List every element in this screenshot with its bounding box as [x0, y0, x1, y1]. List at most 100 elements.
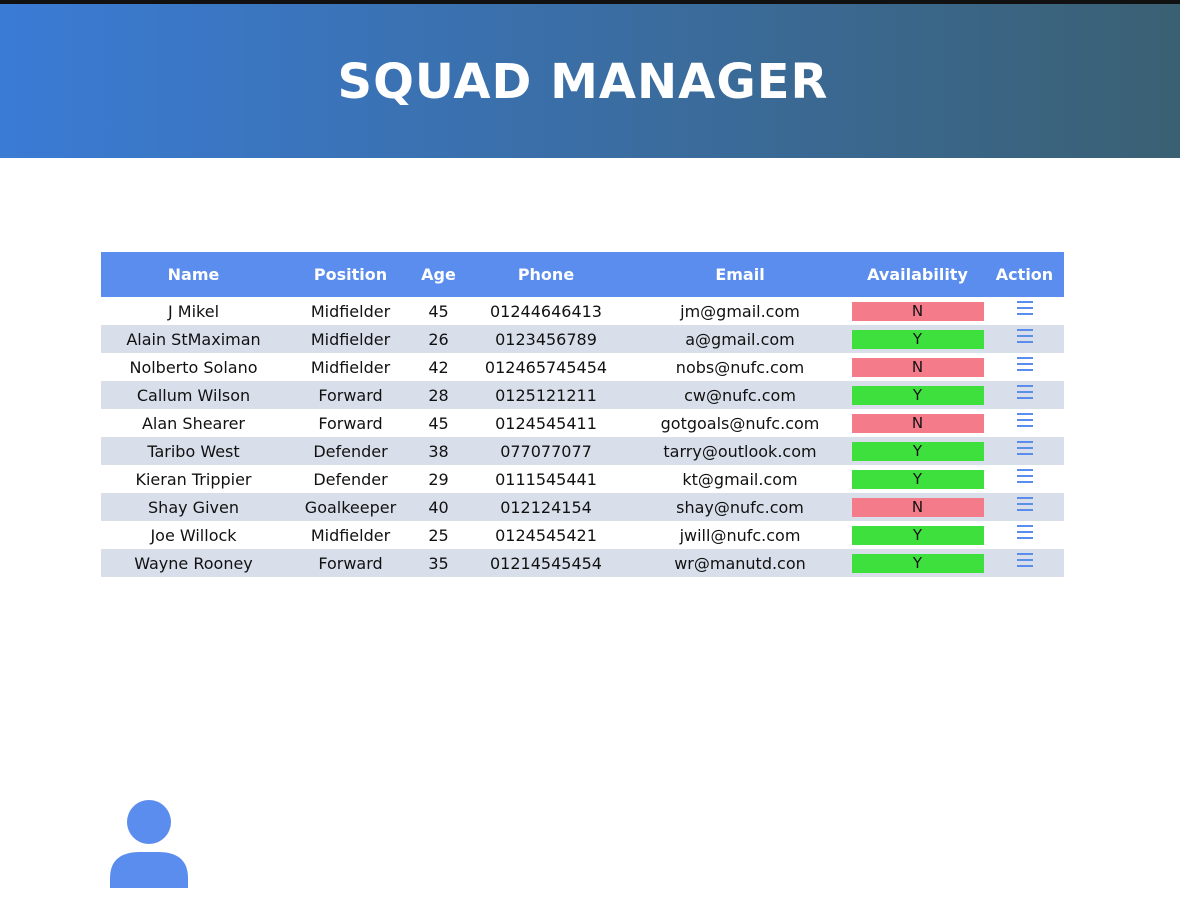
- cell-position: Defender: [313, 469, 388, 489]
- cell-availability: N: [850, 493, 985, 521]
- table-row: Alan Shearer Forward 45 0124545411 gotgoals@…: [101, 409, 1064, 437]
- cell-phone: 0124545421: [495, 525, 597, 545]
- availability-badge: N: [851, 357, 984, 377]
- cell-availability: Y: [850, 381, 985, 409]
- menu-icon[interactable]: [1016, 552, 1033, 567]
- menu-icon[interactable]: [1016, 356, 1033, 371]
- availability-badge: N: [851, 497, 984, 517]
- cell-name: Kieran Trippier: [135, 469, 252, 489]
- cell-age: 35: [415, 549, 462, 577]
- cell-email: gotgoals@nufc.com: [660, 413, 820, 433]
- cell-age: 45: [428, 301, 449, 321]
- cell-position: Midfielder: [310, 357, 391, 377]
- header-row: Name Position Age Phone Email Availabili…: [101, 252, 1064, 297]
- column-header-availability: Availability: [850, 252, 985, 297]
- availability-badge: N: [851, 413, 984, 433]
- cell-action: [985, 521, 1064, 549]
- menu-icon[interactable]: [1016, 468, 1033, 483]
- cell-availability: N: [850, 409, 985, 437]
- cell-email: nobs@nufc.com: [675, 357, 805, 377]
- cell-name: J Mikel: [167, 301, 220, 321]
- cell-action: [985, 409, 1064, 437]
- cell-email: wr@manutd.con: [630, 549, 850, 577]
- table-row: Kieran Trippier Defender 29 0111545441 kt@gm…: [101, 465, 1064, 493]
- cell-name: Shay Given: [101, 493, 286, 521]
- cell-phone: 077077077: [462, 437, 630, 465]
- cell-availability: Y: [850, 325, 985, 353]
- cell-position: Midfielder: [310, 525, 391, 545]
- menu-icon[interactable]: [1016, 412, 1033, 427]
- cell-position: Forward: [286, 381, 415, 409]
- availability-badge: Y: [851, 469, 984, 489]
- cell-action: [985, 465, 1064, 493]
- table-row: Nolberto Solano Midfielder 42 012465745454 n…: [101, 353, 1064, 381]
- table-row: J Mikel Midfielder 45 01244646413 jm@gmail.c…: [101, 297, 1064, 325]
- table-body: J Mikel Midfielder 45 01244646413 jm@gmail.c…: [101, 297, 1064, 577]
- cell-phone: 0125121211: [462, 381, 630, 409]
- table-row: Taribo West Defender 38 077077077 tarry@outl…: [101, 437, 1064, 465]
- cell-action: [985, 381, 1064, 409]
- cell-action: [985, 549, 1064, 577]
- availability-badge: Y: [851, 385, 984, 405]
- cell-action: [985, 353, 1064, 381]
- table-row: Callum Wilson Forward 28 0125121211 cw@nufc.…: [101, 381, 1064, 409]
- availability-badge: Y: [851, 553, 984, 573]
- availability-badge: Y: [851, 329, 984, 349]
- column-header-action: Action: [985, 252, 1064, 297]
- cell-email: jm@gmail.com: [680, 301, 800, 321]
- cell-name: Taribo West: [101, 437, 286, 465]
- availability-badge: Y: [851, 441, 984, 461]
- table-header: Name Position Age Phone Email Availabili…: [101, 252, 1064, 297]
- cell-action: [985, 325, 1064, 353]
- cell-position: Midfielder: [286, 325, 415, 353]
- cell-phone: 0111545441: [495, 469, 597, 489]
- user-icon[interactable]: [110, 800, 188, 888]
- cell-availability: Y: [850, 437, 985, 465]
- cell-phone: 012465745454: [484, 357, 608, 377]
- cell-email: kt@gmail.com: [682, 469, 798, 489]
- cell-age: 45: [428, 413, 449, 433]
- menu-icon[interactable]: [1016, 328, 1033, 343]
- cell-name: Joe Willock: [150, 525, 237, 545]
- cell-availability: Y: [850, 465, 985, 493]
- cell-name: Alain StMaximan: [101, 325, 286, 353]
- cell-name: Wayne Rooney: [101, 549, 286, 577]
- cell-name: Callum Wilson: [101, 381, 286, 409]
- cell-action: [985, 437, 1064, 465]
- table-row: Joe Willock Midfielder 25 0124545421 jwill@n…: [101, 521, 1064, 549]
- menu-icon[interactable]: [1016, 384, 1033, 399]
- cell-availability: N: [850, 353, 985, 381]
- table-row: Shay Given Goalkeeper 40 012124154 shay@nufc…: [101, 493, 1064, 521]
- cell-availability: N: [850, 297, 985, 325]
- cell-age: 25: [428, 525, 449, 545]
- cell-action: [985, 493, 1064, 521]
- app-header: SQUAD MANAGER: [0, 4, 1180, 158]
- cell-age: 40: [415, 493, 462, 521]
- cell-phone: 01244646413: [490, 301, 602, 321]
- cell-phone: 01214545454: [462, 549, 630, 577]
- column-header-phone: Phone: [462, 252, 630, 297]
- cell-age: 42: [428, 357, 449, 377]
- cell-name: Alan Shearer: [141, 413, 245, 433]
- column-header-email: Email: [630, 252, 850, 297]
- cell-email: jwill@nufc.com: [679, 525, 801, 545]
- squad-table: Name Position Age Phone Email Availabili…: [101, 252, 1064, 577]
- table-row: Wayne Rooney Forward 35 01214545454 wr@manut…: [101, 549, 1064, 577]
- menu-icon[interactable]: [1016, 440, 1033, 455]
- menu-icon[interactable]: [1016, 300, 1033, 315]
- menu-icon[interactable]: [1016, 496, 1033, 511]
- column-header-name: Name: [101, 252, 286, 297]
- column-header-age: Age: [415, 252, 462, 297]
- cell-action: [985, 297, 1064, 325]
- cell-availability: Y: [850, 549, 985, 577]
- cell-email: tarry@outlook.com: [630, 437, 850, 465]
- cell-age: 29: [428, 469, 449, 489]
- cell-position: Midfielder: [310, 301, 391, 321]
- cell-position: Forward: [318, 413, 383, 433]
- menu-icon[interactable]: [1016, 524, 1033, 539]
- cell-age: 28: [415, 381, 462, 409]
- column-header-position: Position: [286, 252, 415, 297]
- cell-email: cw@nufc.com: [630, 381, 850, 409]
- cell-phone: 012124154: [462, 493, 630, 521]
- table-row: Alain StMaximan Midfielder 26 0123456789 a@g…: [101, 325, 1064, 353]
